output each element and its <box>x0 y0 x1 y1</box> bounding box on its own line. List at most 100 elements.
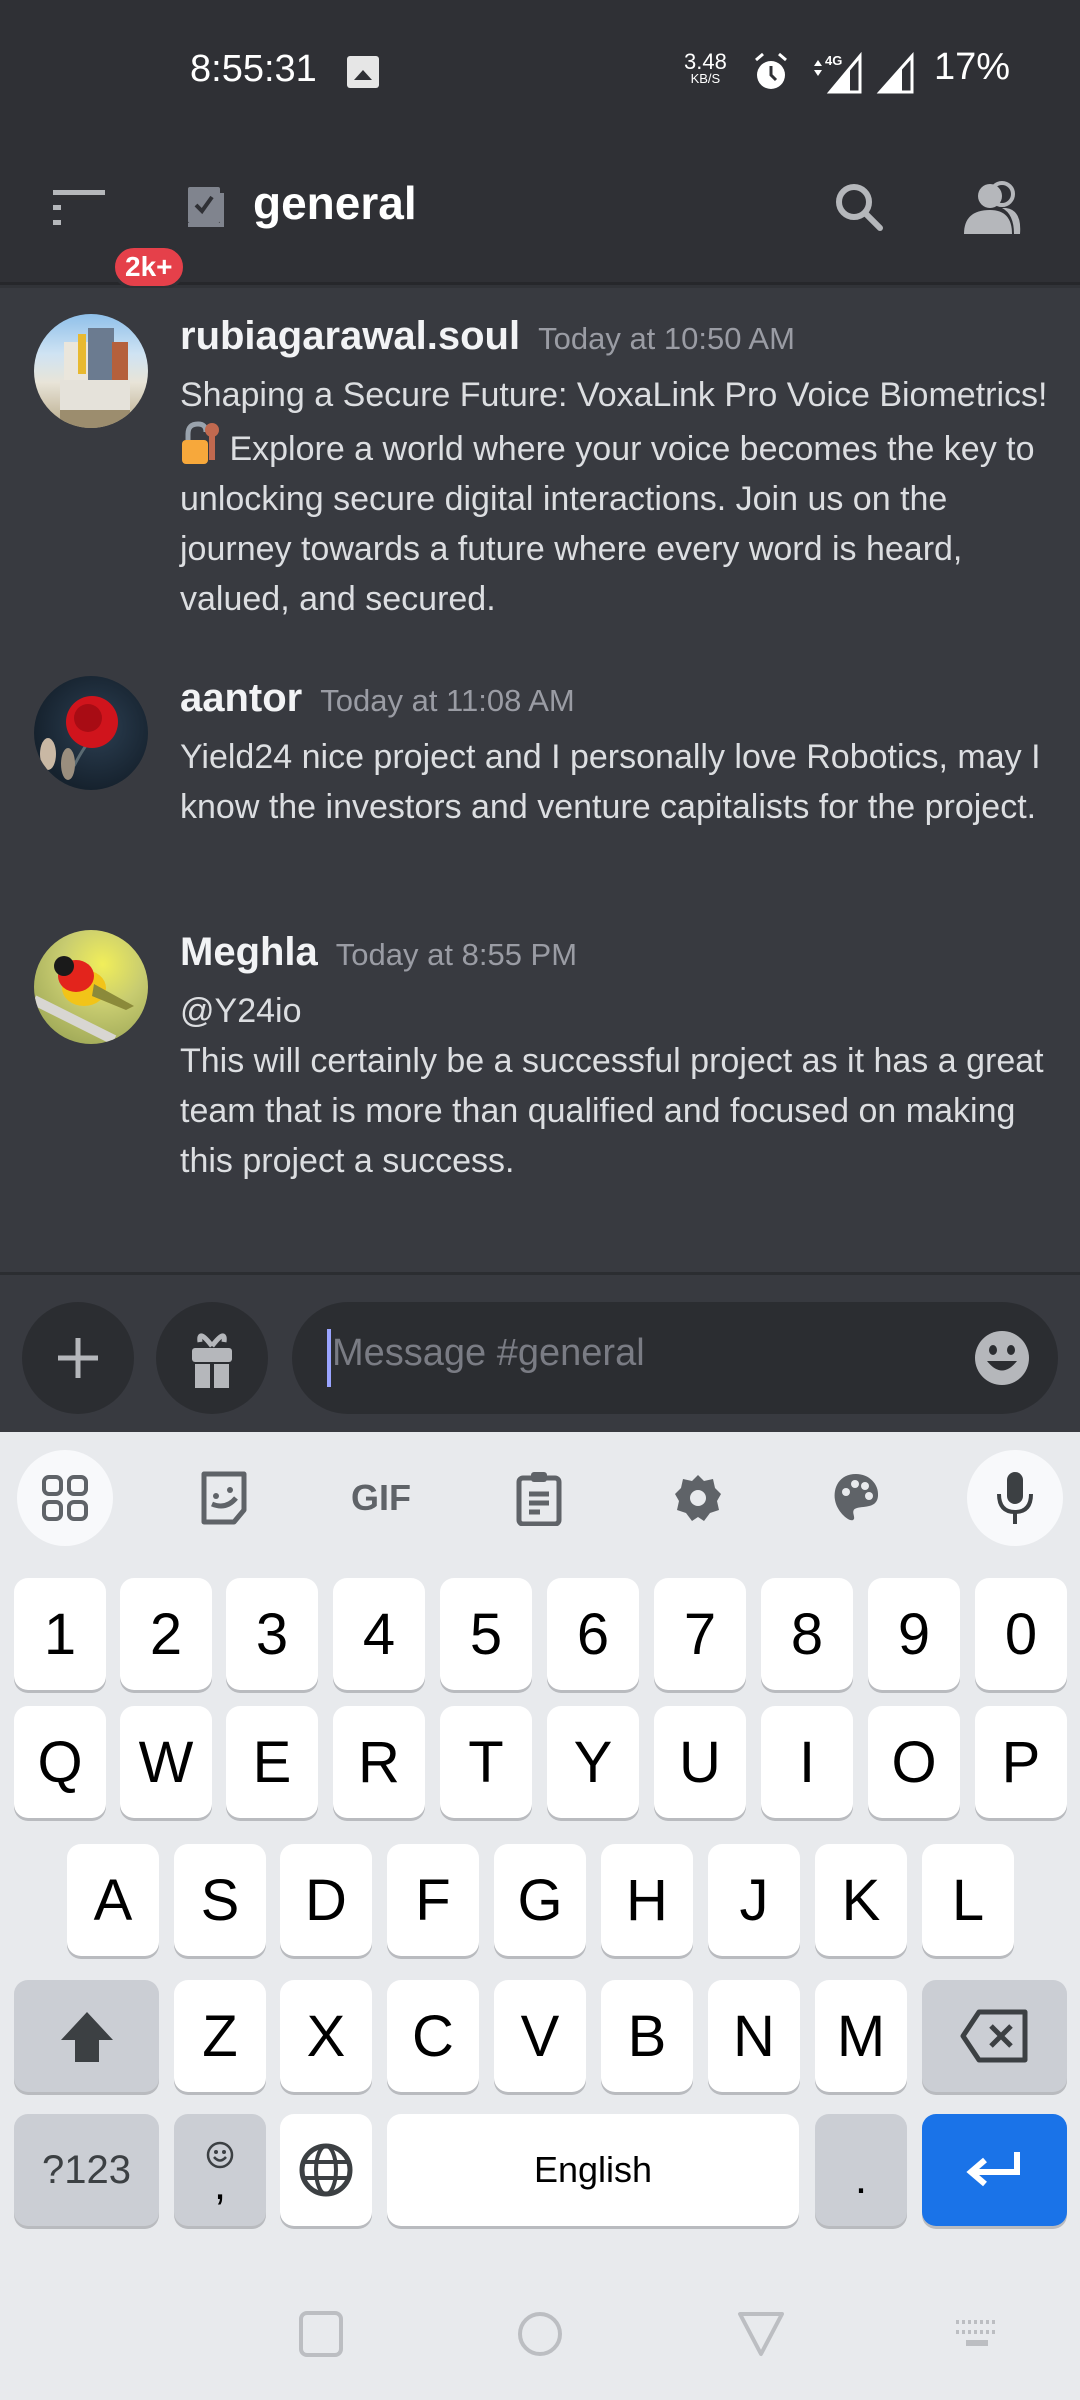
plus-icon <box>58 1338 98 1378</box>
enter-arrow-icon <box>965 2152 1020 2187</box>
shift-arrow-icon <box>60 2012 113 2062</box>
timestamp: Today at 8:55 PM <box>335 937 578 972</box>
key-v[interactable]: V <box>494 1980 586 2092</box>
microphone-icon <box>997 1472 1033 1524</box>
key-q[interactable]: Q <box>14 1706 106 1818</box>
building-photo <box>60 328 130 428</box>
shift-key[interactable] <box>14 1980 159 2092</box>
key-8[interactable]: 8 <box>761 1578 853 1690</box>
keyboard-hide-button[interactable] <box>954 2318 1000 2350</box>
language-key[interactable] <box>280 2114 372 2226</box>
key-o[interactable]: O <box>868 1706 960 1818</box>
key-m[interactable]: M <box>815 1980 907 2092</box>
on-screen-keyboard: G I F 1 2 3 4 5 6 7 8 9 0 Q W E R T Y U I … <box>0 1432 1080 2400</box>
key-p[interactable]: P <box>975 1706 1067 1818</box>
key-w[interactable]: W <box>120 1706 212 1818</box>
avatar[interactable] <box>34 930 148 1044</box>
key-a[interactable]: A <box>67 1844 159 1956</box>
members-icon[interactable] <box>962 178 1026 238</box>
menu-button[interactable]: 2k+ <box>50 185 186 289</box>
gallery-notification-icon <box>347 56 379 88</box>
period-key[interactable]: . <box>815 2114 907 2226</box>
attach-button[interactable] <box>22 1302 134 1414</box>
lock-with-key-emoji-icon <box>180 420 220 466</box>
backspace-key[interactable] <box>922 1980 1067 2092</box>
author-name[interactable]: Meghla <box>180 930 318 974</box>
gear-icon <box>675 1475 721 1521</box>
backspace-icon <box>960 2009 1027 2063</box>
apps-grid-button[interactable] <box>17 1450 113 1546</box>
settings-button[interactable] <box>650 1450 746 1546</box>
message-text: Yield24 nice project and I personally lo… <box>180 738 1041 826</box>
system-navigation-bar <box>0 2270 1080 2400</box>
key-y[interactable]: Y <box>547 1706 639 1818</box>
search-icon[interactable] <box>830 178 890 238</box>
key-6[interactable]: 6 <box>547 1578 639 1690</box>
key-z[interactable]: Z <box>174 1980 266 2092</box>
clipboard-button[interactable] <box>491 1450 587 1546</box>
mention[interactable]: @Y24io <box>180 986 1050 1036</box>
message-text: This will certainly be a successful proj… <box>180 1042 1044 1180</box>
key-t[interactable]: T <box>440 1706 532 1818</box>
globe-icon <box>299 2143 353 2197</box>
comma-emoji-key[interactable]: , <box>174 2114 266 2226</box>
signal-4g-icon: 4G <box>814 52 862 94</box>
key-s[interactable]: S <box>174 1844 266 1956</box>
key-n[interactable]: N <box>708 1980 800 2092</box>
key-9[interactable]: 9 <box>868 1578 960 1690</box>
back-button[interactable] <box>736 2310 786 2358</box>
key-f[interactable]: F <box>387 1844 479 1956</box>
timestamp: Today at 10:50 AM <box>538 321 795 356</box>
gift-button[interactable] <box>156 1302 268 1414</box>
key-k[interactable]: K <box>815 1844 907 1956</box>
keyboard-toolbar: GIF <box>0 1432 1080 1562</box>
clipboard-icon <box>516 1472 562 1526</box>
channel-header: 2k+ general <box>0 140 1080 289</box>
key-j[interactable]: J <box>708 1844 800 1956</box>
battery-level: 17% <box>934 46 1011 88</box>
key-2[interactable]: 2 <box>120 1578 212 1690</box>
channel-title: general <box>253 177 417 229</box>
key-1[interactable]: 1 <box>14 1578 106 1690</box>
key-7[interactable]: 7 <box>654 1578 746 1690</box>
avatar[interactable] <box>34 676 148 790</box>
message-list[interactable]: rubiagarawal.soul Today at 10:50 AM Shapi… <box>0 288 1080 1272</box>
rose-photo <box>40 696 118 780</box>
key-5[interactable]: 5 <box>440 1578 532 1690</box>
rules-channel-icon <box>188 187 224 227</box>
status-bar: 8:55:31 3.48 KB/S 4G 17% <box>0 0 1080 140</box>
home-button[interactable] <box>516 2310 564 2358</box>
gif-button[interactable]: GIF <box>333 1450 429 1546</box>
network-speed: 3.48 KB/S <box>684 49 727 86</box>
avatar[interactable] <box>34 314 148 428</box>
key-3[interactable]: 3 <box>226 1578 318 1690</box>
key-4[interactable]: 4 <box>333 1578 425 1690</box>
sticker-button[interactable] <box>176 1450 272 1546</box>
key-x[interactable]: X <box>280 1980 372 2092</box>
author-name[interactable]: aantor <box>180 676 302 720</box>
apps-grid-icon <box>42 1475 88 1521</box>
key-l[interactable]: L <box>922 1844 1014 1956</box>
key-h[interactable]: H <box>601 1844 693 1956</box>
theme-button[interactable] <box>808 1450 904 1546</box>
key-c[interactable]: C <box>387 1980 479 2092</box>
emoji-icon[interactable] <box>974 1330 1030 1386</box>
key-g[interactable]: G <box>494 1844 586 1956</box>
key-u[interactable]: U <box>654 1706 746 1818</box>
recent-apps-button[interactable] <box>298 2310 344 2358</box>
symbols-key[interactable]: ?123 <box>14 2114 159 2226</box>
message-composer: Message #general <box>0 1272 1080 1432</box>
space-key[interactable]: English <box>387 2114 799 2226</box>
enter-key[interactable] <box>922 2114 1067 2226</box>
key-e[interactable]: E <box>226 1706 318 1818</box>
key-d[interactable]: D <box>280 1844 372 1956</box>
key-b[interactable]: B <box>601 1980 693 2092</box>
author-name[interactable]: rubiagarawal.soul <box>180 314 520 358</box>
voice-input-button[interactable] <box>967 1450 1063 1546</box>
svg-text:4G: 4G <box>825 53 842 68</box>
key-0[interactable]: 0 <box>975 1578 1067 1690</box>
message-input[interactable]: Message #general <box>292 1302 1058 1414</box>
key-i[interactable]: I <box>761 1706 853 1818</box>
key-r[interactable]: R <box>333 1706 425 1818</box>
bird-photo <box>34 956 134 1044</box>
